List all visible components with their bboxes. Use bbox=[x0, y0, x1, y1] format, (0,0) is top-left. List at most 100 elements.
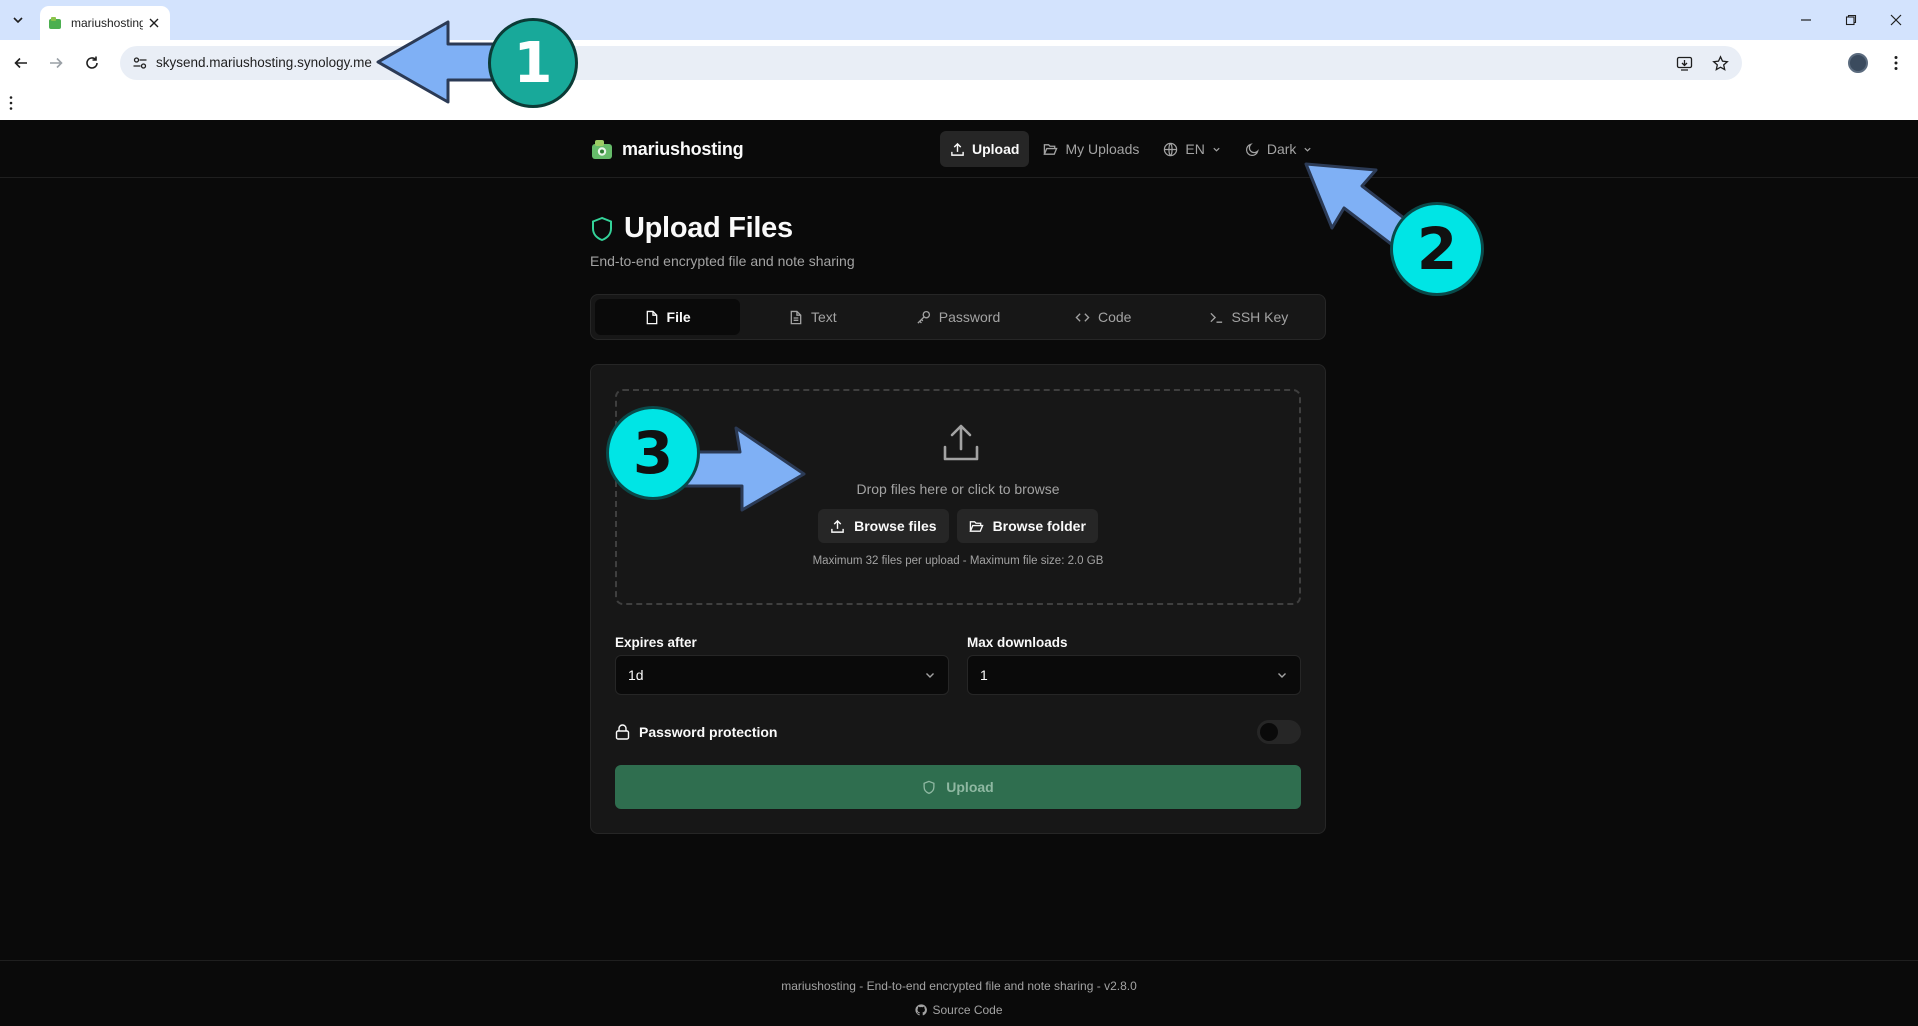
install-app-icon[interactable] bbox=[1674, 53, 1694, 73]
upload-icon bbox=[951, 142, 964, 156]
theme-label: Dark bbox=[1266, 141, 1297, 157]
bookmarks-overflow-icon[interactable] bbox=[9, 95, 13, 111]
shield-icon bbox=[923, 780, 935, 794]
tab-file[interactable]: File bbox=[595, 299, 741, 335]
minimize-button[interactable] bbox=[1783, 0, 1828, 40]
minimize-icon bbox=[1800, 19, 1811, 21]
brand[interactable]: mariushosting bbox=[590, 137, 744, 161]
tab-file-label: File bbox=[666, 309, 691, 325]
upload-icon bbox=[943, 424, 979, 461]
tab-password-label: Password bbox=[938, 309, 1001, 325]
tab-code-label: Code bbox=[1097, 309, 1132, 325]
file-text-icon bbox=[790, 310, 802, 324]
restore-button[interactable] bbox=[1828, 0, 1873, 40]
url-text: skysend.mariushosting.synology.me bbox=[156, 55, 372, 70]
address-bar[interactable]: skysend.mariushosting.synology.me bbox=[120, 46, 1742, 80]
title-row: Upload Files bbox=[590, 212, 793, 245]
tab-text[interactable]: Text bbox=[740, 299, 885, 335]
tab-search-button[interactable] bbox=[6, 8, 30, 32]
browser-tab[interactable]: mariushosting bbox=[40, 6, 170, 40]
max-downloads-label: Max downloads bbox=[967, 635, 1068, 650]
profile-avatar[interactable] bbox=[1848, 53, 1868, 73]
upload-icon bbox=[831, 519, 844, 533]
annotation-badge-2: 2 bbox=[1390, 202, 1484, 296]
annotation-badge-3: 3 bbox=[606, 406, 700, 500]
folder-open-icon bbox=[968, 520, 984, 532]
reload-icon bbox=[86, 56, 98, 69]
close-icon bbox=[1890, 14, 1901, 26]
browser-toolbar: skysend.mariushosting.synology.me bbox=[0, 40, 1918, 86]
github-icon bbox=[915, 1004, 928, 1016]
content-type-tabs: File Text Password Code SSH Key bbox=[590, 294, 1326, 340]
brand-logo-icon bbox=[592, 140, 612, 159]
chevron-down-icon bbox=[1278, 673, 1286, 678]
page: mariushosting Upload My Uploads EN Dark bbox=[0, 120, 1918, 1026]
file-icon bbox=[646, 310, 657, 324]
nav-my-uploads-label: My Uploads bbox=[1065, 141, 1140, 157]
tab-ssh-key-label: SSH Key bbox=[1231, 309, 1289, 325]
nav-upload[interactable]: Upload bbox=[940, 131, 1030, 167]
source-code-link[interactable]: Source Code bbox=[0, 1003, 1918, 1017]
arrow-left-icon bbox=[14, 57, 27, 69]
tab-password[interactable]: Password bbox=[885, 299, 1030, 335]
annotation-badge-1: 1 bbox=[488, 18, 578, 108]
browse-folder-label: Browse folder bbox=[992, 518, 1086, 534]
page-subtitle: End-to-end encrypted file and note shari… bbox=[590, 253, 855, 269]
language-label: EN bbox=[1185, 141, 1205, 157]
chevron-down-icon bbox=[13, 17, 23, 24]
browser-menu-button[interactable] bbox=[1884, 51, 1908, 75]
annotation-arrow-3 bbox=[682, 426, 806, 512]
reload-button[interactable] bbox=[78, 49, 106, 77]
chevron-down-icon bbox=[1304, 147, 1312, 152]
expires-label: Expires after bbox=[615, 635, 697, 650]
arrow-right-icon bbox=[50, 57, 63, 69]
terminal-icon bbox=[1209, 312, 1222, 323]
upload-submit-button[interactable]: Upload bbox=[615, 765, 1301, 809]
browse-folder-button[interactable]: Browse folder bbox=[956, 509, 1098, 543]
main-nav: Upload My Uploads EN Dark bbox=[940, 131, 1322, 167]
tab-code[interactable]: Code bbox=[1031, 299, 1176, 335]
nav-my-uploads[interactable]: My Uploads bbox=[1033, 131, 1149, 167]
password-protection-toggle[interactable] bbox=[1257, 720, 1301, 744]
browse-files-button[interactable]: Browse files bbox=[818, 509, 949, 543]
password-protection-row: Password protection bbox=[615, 717, 1301, 747]
tab-ssh-key[interactable]: SSH Key bbox=[1176, 299, 1321, 335]
brand-name: mariushosting bbox=[622, 138, 744, 159]
forward-button[interactable] bbox=[42, 49, 70, 77]
expires-select[interactable]: 1d bbox=[615, 655, 949, 695]
globe-icon bbox=[1164, 142, 1178, 156]
moon-icon bbox=[1245, 142, 1259, 156]
tab-text-label: Text bbox=[810, 309, 837, 325]
key-icon bbox=[917, 310, 930, 324]
footer-text: mariushosting - End-to-end encrypted fil… bbox=[781, 979, 1137, 993]
tab-close-icon[interactable] bbox=[146, 15, 162, 31]
bookmarks-bar bbox=[0, 86, 1918, 120]
more-vertical-icon bbox=[1894, 56, 1898, 70]
max-downloads-value: 1 bbox=[980, 667, 988, 683]
site-header: mariushosting Upload My Uploads EN Dark bbox=[0, 120, 1918, 178]
site-info-icon[interactable] bbox=[130, 53, 150, 73]
browse-files-label: Browse files bbox=[854, 518, 937, 534]
upload-limits-note: Maximum 32 files per upload - Maximum fi… bbox=[812, 555, 1104, 567]
max-downloads-select[interactable]: 1 bbox=[967, 655, 1301, 695]
toggle-knob bbox=[1260, 723, 1278, 741]
close-window-button[interactable] bbox=[1873, 0, 1918, 40]
password-protection-label: Password protection bbox=[639, 724, 778, 740]
upload-submit-label: Upload bbox=[946, 779, 994, 795]
folder-open-icon bbox=[1043, 143, 1059, 155]
bookmark-star-icon[interactable] bbox=[1710, 53, 1730, 73]
chevron-down-icon bbox=[926, 673, 934, 678]
nav-upload-label: Upload bbox=[972, 141, 1020, 157]
lock-icon bbox=[615, 724, 630, 740]
tab-title: mariushosting bbox=[71, 16, 143, 30]
site-favicon-icon bbox=[49, 17, 61, 29]
restore-icon bbox=[1845, 14, 1856, 26]
footer: mariushosting - End-to-end encrypted fil… bbox=[0, 960, 1918, 1026]
expires-value: 1d bbox=[628, 667, 644, 683]
back-button[interactable] bbox=[7, 49, 35, 77]
dropzone-buttons: Browse files Browse folder bbox=[617, 509, 1299, 543]
shield-icon bbox=[592, 216, 612, 241]
chevron-down-icon bbox=[1213, 147, 1220, 152]
language-selector[interactable]: EN bbox=[1153, 131, 1230, 167]
browser-tab-strip: mariushosting bbox=[0, 0, 1918, 40]
